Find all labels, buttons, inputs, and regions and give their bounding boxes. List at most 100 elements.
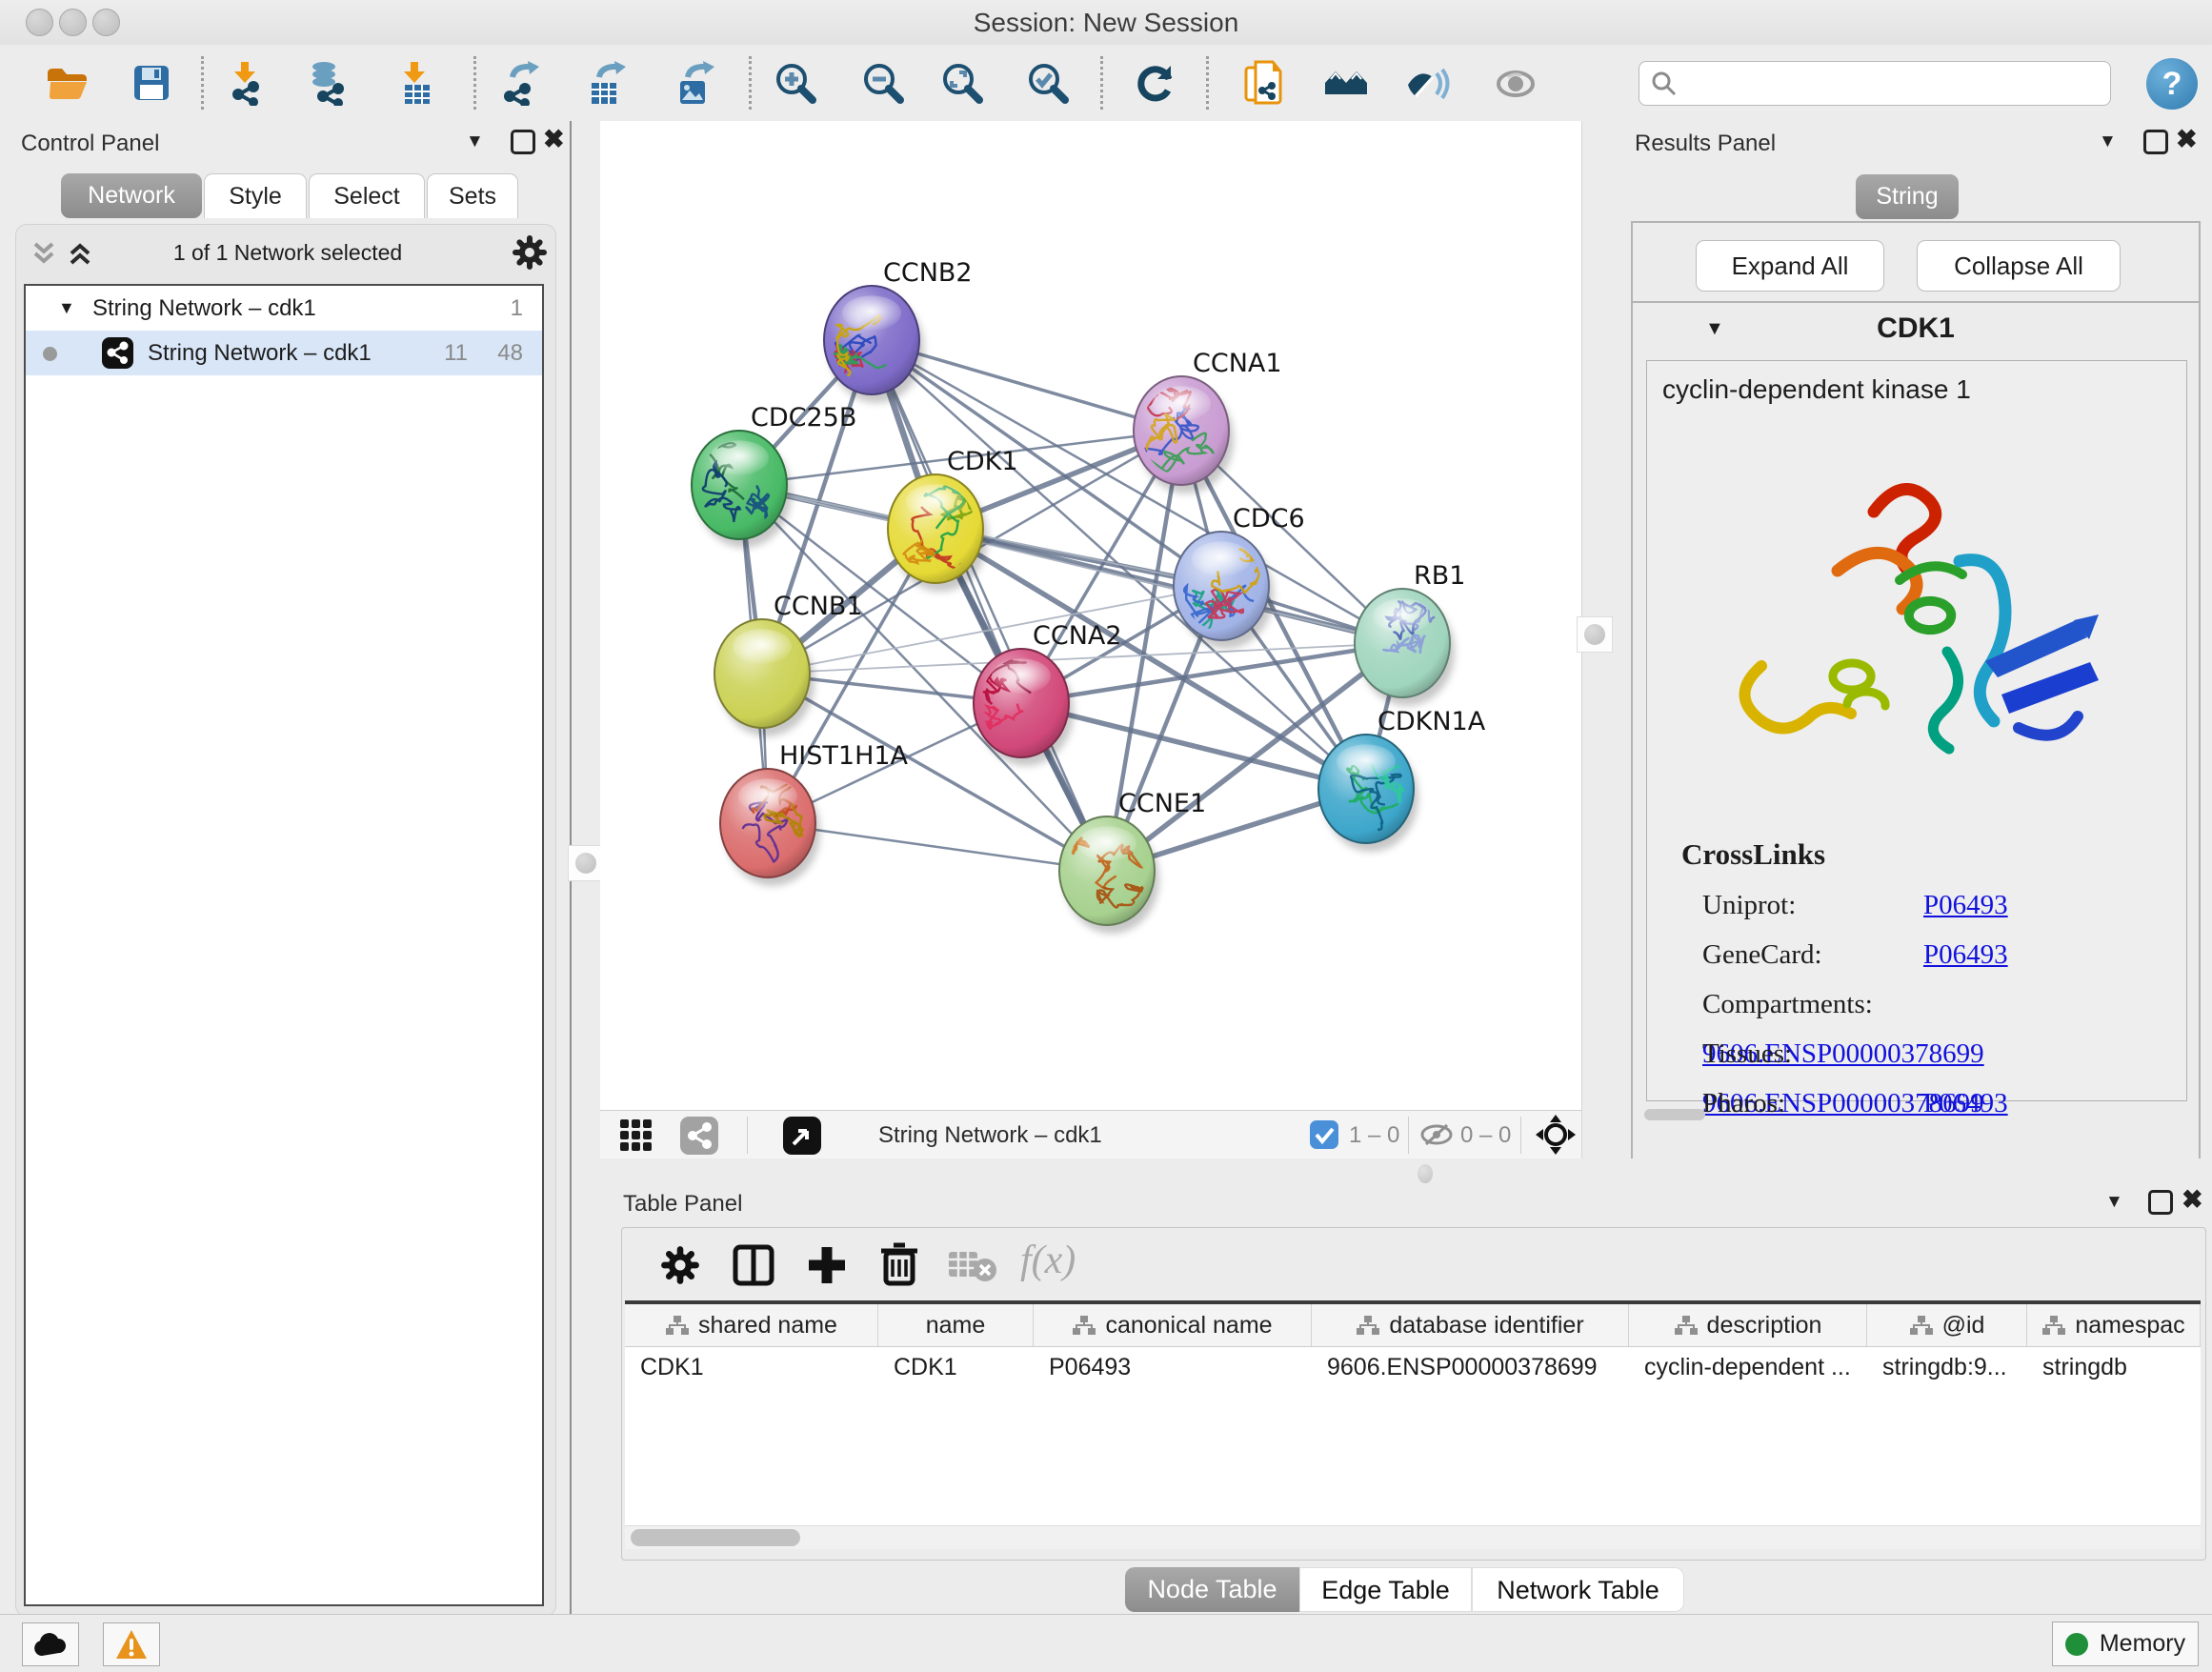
node-CCNB1[interactable]: CCNB1 [714,592,863,736]
node-HIST1H1A[interactable]: HIST1H1A [720,741,909,886]
column-header-shared-name[interactable]: shared name [625,1304,878,1346]
node-RB1[interactable]: RB1 [1355,561,1465,706]
expand-all-button[interactable]: Expand All [1696,240,1884,292]
column-header-namespac[interactable]: namespac [2027,1304,2201,1346]
memory-button[interactable]: Memory [2052,1622,2199,1666]
collapse-all-icon[interactable] [30,238,58,273]
export-network-icon[interactable] [499,60,545,106]
network-selection-status: 1 of 1 Network selected [102,240,473,266]
table-cell[interactable]: stringdb [2027,1347,2201,1387]
panel-close-icon[interactable]: ✖ [2176,130,2198,149]
node-entry-header[interactable]: ▼ CDK1 [1633,301,2199,360]
node-label-RB1: RB1 [1414,561,1465,591]
first-neighbors-icon[interactable] [1242,60,1288,106]
node-table[interactable]: shared namenamecanonical namedatabase id… [625,1300,2201,1526]
expand-all-icon[interactable] [66,238,94,273]
table-hscrollbar-track[interactable] [625,1525,2201,1549]
table-cell[interactable]: cyclin-dependent ... [1629,1347,1867,1387]
delete-column-icon[interactable] [877,1241,921,1292]
collapse-all-button[interactable]: Collapse All [1917,240,2121,292]
horizontal-splitter-handle[interactable] [1418,1164,1433,1183]
table-cell[interactable]: 9606.ENSP00000378699 [1312,1347,1629,1387]
collection-expand-icon[interactable]: ▼ [58,286,75,331]
table-cell[interactable]: stringdb:9... [1867,1347,2027,1387]
add-column-icon[interactable] [805,1243,849,1292]
panel-menu-icon[interactable]: ▼ [466,131,484,152]
panel-close-icon[interactable]: ✖ [543,130,565,149]
table-cell[interactable]: CDK1 [878,1347,1034,1387]
edge-CCNB2-CCNE1[interactable] [872,340,1107,871]
show-columns-icon[interactable] [732,1243,775,1292]
search-input[interactable] [1639,61,2111,106]
horizontal-splitter[interactable] [600,1158,2212,1187]
node-CDC25B[interactable]: CDC25B [692,403,856,548]
refresh-view-icon[interactable] [1133,60,1178,106]
tab-select[interactable]: Select [309,173,425,218]
node-CDK1[interactable]: CDK1 [888,447,1018,592]
column-header--id[interactable]: @id [1867,1304,2027,1346]
tab-sets[interactable]: Sets [427,173,518,218]
panel-menu-icon[interactable]: ▼ [2099,131,2117,152]
table-cell[interactable]: P06493 [1034,1347,1312,1387]
panel-float-icon[interactable] [511,130,535,154]
tab-string[interactable]: String [1856,174,1959,219]
crosslink-link[interactable]: P06493 [1923,1088,2008,1118]
network-options-gear-icon[interactable] [512,234,548,275]
warning-button[interactable] [103,1622,160,1666]
crosslink-link[interactable]: P06493 [1923,939,2008,970]
import-network-file-icon[interactable] [224,60,270,106]
selected-checkbox-icon[interactable] [1310,1120,1338,1154]
import-table-icon[interactable] [393,60,439,106]
help-button[interactable]: ? [2146,58,2198,110]
node-CCNB2[interactable]: CCNB2 [824,258,973,403]
save-session-icon[interactable] [129,60,174,106]
column-header-canonical-name[interactable]: canonical name [1034,1304,1312,1346]
string-home-icon[interactable] [1323,60,1369,106]
open-session-icon[interactable] [44,60,90,106]
tab-edge-table[interactable]: Edge Table [1299,1567,1472,1612]
birds-eye-view-icon[interactable] [783,1117,821,1159]
table-header-row[interactable]: shared namenamecanonical namedatabase id… [625,1304,2201,1347]
column-header-label: @id [1942,1312,1985,1340]
node-CDKN1A[interactable]: CDKN1A [1318,707,1486,852]
left-splitter-handle[interactable] [568,845,604,881]
grid-view-icon[interactable] [619,1118,654,1158]
panel-menu-icon[interactable]: ▼ [2105,1192,2123,1213]
network-row-selected[interactable]: String Network – cdk1 11 48 [26,331,542,375]
table-row[interactable]: CDK1CDK1P064939606.ENSP00000378699cyclin… [625,1347,2201,1387]
network-collection-row[interactable]: ▼ String Network – cdk1 1 [26,286,542,331]
results-hscrollbar[interactable] [1644,1109,1705,1120]
panel-close-icon[interactable]: ✖ [2182,1190,2203,1209]
table-hscrollbar-thumb[interactable] [631,1529,800,1546]
tab-network-table[interactable]: Network Table [1472,1567,1684,1612]
tab-network[interactable]: Network [61,173,202,218]
import-network-database-icon[interactable] [305,60,351,106]
crosslink-link[interactable]: P06493 [1923,890,2008,920]
column-header-database-identifier[interactable]: database identifier [1312,1304,1629,1346]
node-CCNA1[interactable]: CCNA1 [1134,349,1282,494]
hidden-eye-icon[interactable] [1419,1121,1454,1153]
zoom-fit-icon[interactable] [939,60,985,106]
fit-content-crosshair-icon[interactable] [1536,1115,1576,1159]
export-table-icon[interactable] [584,60,630,106]
panel-float-icon[interactable] [2143,130,2168,154]
table-cell[interactable]: CDK1 [625,1347,878,1387]
tab-node-table[interactable]: Node Table [1125,1567,1299,1612]
tab-style[interactable]: Style [204,173,307,218]
enable-disable-glass-ball-icon[interactable] [1404,60,1450,106]
column-header-description[interactable]: description [1629,1304,1867,1346]
cloud-button[interactable] [22,1622,79,1666]
zoom-in-icon[interactable] [773,60,818,106]
network-view-canvas[interactable]: CCNB2CCNA1CDC25BCDK1CDC6RB1CCNB1CCNA2CDK… [600,121,1581,1110]
export-image-icon[interactable] [673,60,718,106]
right-splitter[interactable] [1581,121,1623,1181]
column-header-name[interactable]: name [878,1304,1034,1346]
node-label-CDK1: CDK1 [947,447,1018,476]
table-options-gear-icon[interactable] [660,1245,700,1290]
left-splitter[interactable] [570,121,602,1614]
right-splitter-handle[interactable] [1577,616,1613,653]
zoom-out-icon[interactable] [860,60,906,106]
panel-float-icon[interactable] [2148,1190,2173,1215]
string-network-graph[interactable]: CCNB2CCNA1CDC25BCDK1CDC6RB1CCNB1CCNA2CDK… [600,121,1581,1110]
zoom-selected-icon[interactable] [1025,60,1071,106]
